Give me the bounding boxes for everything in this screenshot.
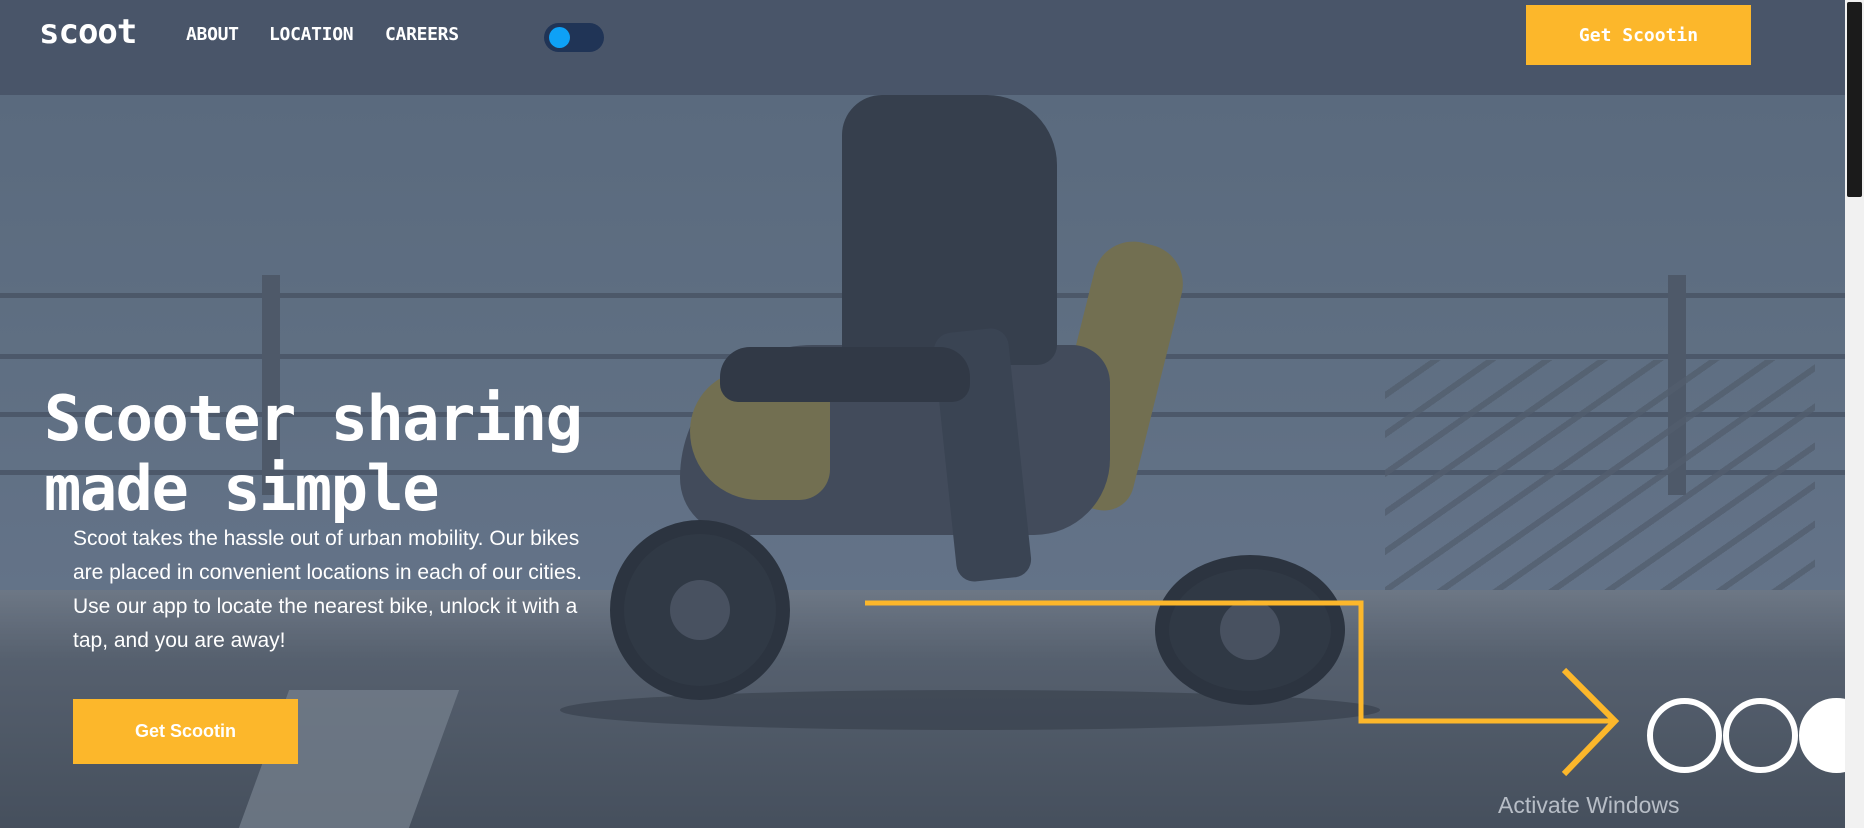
logo[interactable]: scoot — [39, 12, 137, 52]
hero-headline: Scooter sharing made simple — [44, 384, 744, 524]
scrollbar[interactable] — [1845, 0, 1864, 828]
scrollbar-thumb[interactable] — [1847, 2, 1862, 197]
theme-toggle[interactable] — [544, 23, 604, 52]
hero-intro: Scoot takes the hassle out of urban mobi… — [73, 527, 582, 652]
get-scootin-hero-button[interactable]: Get Scootin — [73, 699, 298, 764]
hero-headline-line1: Scooter sharing — [44, 382, 583, 455]
nav-link-location[interactable]: LOCATION — [269, 24, 354, 45]
circle-outline-icon — [1647, 698, 1722, 773]
toggle-knob — [549, 27, 570, 48]
navbar: scoot ABOUT LOCATION CAREERS Get Scootin — [0, 0, 1845, 95]
nav-link-careers[interactable]: CAREERS — [385, 24, 459, 45]
nav-link-about[interactable]: ABOUT — [186, 24, 239, 45]
circle-outline-icon — [1723, 698, 1798, 773]
os-activation-watermark: Activate Windows — [1498, 792, 1680, 818]
get-scootin-nav-button[interactable]: Get Scootin — [1526, 5, 1751, 65]
hero-headline-line2: made simple — [44, 452, 440, 525]
